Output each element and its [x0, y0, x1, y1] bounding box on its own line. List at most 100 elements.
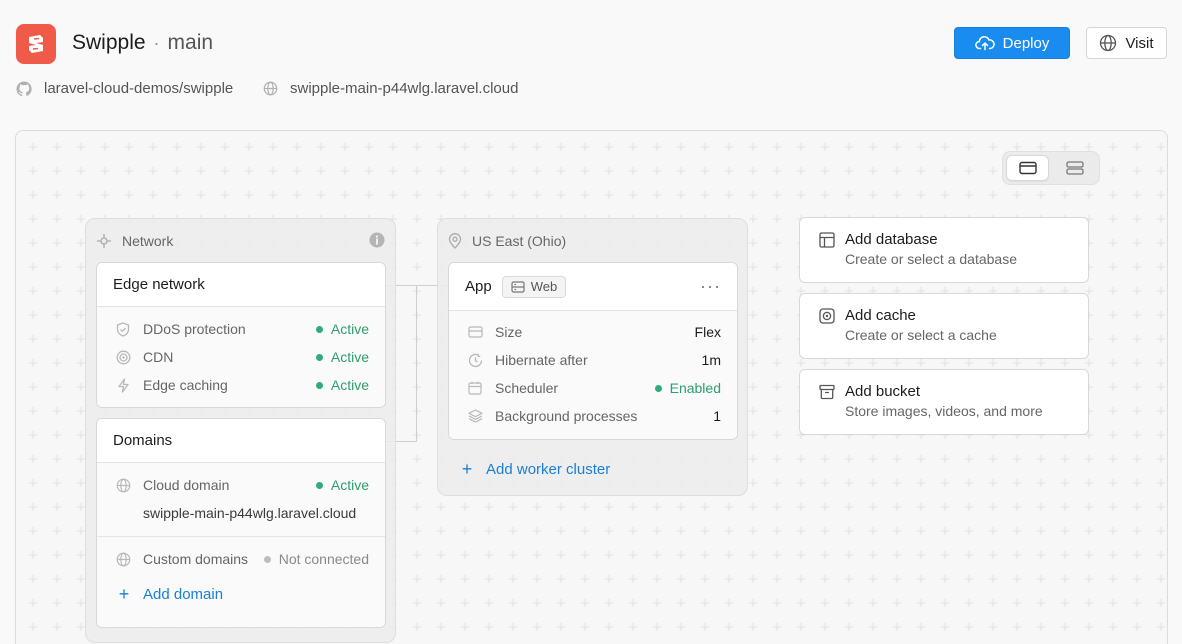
network-icon	[97, 234, 111, 248]
status-badge: Active	[315, 321, 369, 337]
edge-row-ddos: DDoS protection Active	[97, 315, 385, 343]
status-text: Active	[330, 321, 369, 337]
plus-icon: +	[118, 584, 130, 604]
status-dot	[263, 555, 271, 563]
region-group: US East (Ohio) App Web ··· Size Flex Hib…	[437, 218, 748, 496]
custom-domain-section: Custom domains Not connected + Add domai…	[97, 537, 385, 605]
calendar-icon	[467, 380, 483, 396]
repo-name: laravel-cloud-demos/swipple	[44, 80, 234, 97]
deploy-button[interactable]: Deploy	[954, 27, 1070, 59]
cache-icon	[819, 307, 835, 324]
edge-row-label: DDoS protection	[143, 321, 246, 337]
list-view-icon	[1065, 161, 1084, 175]
edge-network-card[interactable]: Edge network DDoS protection Active CDN …	[96, 262, 386, 408]
canvas-view-option[interactable]	[1006, 155, 1050, 181]
edge-row-caching: Edge caching Active	[97, 371, 385, 399]
status-dot	[315, 325, 323, 333]
server-icon	[511, 280, 525, 293]
status-badge: Enabled	[654, 380, 721, 396]
location-pin-icon	[448, 233, 462, 249]
add-bucket-card[interactable]: Add bucket Store images, videos, and mor…	[799, 369, 1089, 435]
status-badge: Active	[315, 349, 369, 365]
status-badge: Active	[315, 477, 369, 493]
app-row-value: Flex	[694, 324, 721, 340]
visit-label: Visit	[1125, 34, 1154, 52]
app-logo	[16, 24, 56, 64]
layers-icon	[467, 408, 483, 424]
status-dot	[315, 481, 323, 489]
region-header: US East (Ohio)	[448, 233, 566, 249]
add-domain-button[interactable]: + Add domain	[97, 584, 385, 605]
repo-link[interactable]: laravel-cloud-demos/swipple	[16, 80, 233, 97]
app-row-scheduler: Scheduler Enabled	[449, 374, 737, 402]
app-card[interactable]: App Web ··· Size Flex Hibernate after 1m…	[448, 262, 738, 440]
cloud-domain-label: Cloud domain	[143, 477, 230, 493]
add-bucket-subtitle: Store images, videos, and more	[845, 403, 1043, 419]
status-dot	[654, 384, 662, 392]
app-row-label: Background processes	[495, 408, 638, 424]
size-icon	[467, 324, 483, 340]
card-view-icon	[1018, 161, 1037, 175]
add-cache-title: Add cache	[845, 307, 916, 324]
status-badge: Not connected	[263, 551, 369, 567]
status-dot	[315, 353, 323, 361]
domains-card[interactable]: Domains Cloud domain Active swipple-main…	[96, 418, 386, 628]
network-header: Network	[96, 233, 173, 249]
status-text: Active	[330, 349, 369, 365]
cloud-domain-row: Cloud domain Active	[97, 471, 385, 499]
cloud-upload-icon	[974, 36, 995, 51]
title-separator: ·	[153, 33, 160, 53]
app-title: App	[465, 278, 492, 295]
add-database-card[interactable]: Add database Create or select a database	[799, 217, 1089, 283]
infrastructure-canvas[interactable]: Network Edge network DDoS protection Act…	[15, 130, 1168, 644]
app-row-label: Size	[495, 324, 523, 340]
view-toggle[interactable]	[1002, 151, 1100, 185]
edge-row-label: CDN	[143, 349, 174, 365]
app-row-hibernate: Hibernate after 1m	[449, 346, 737, 374]
network-label: Network	[122, 233, 174, 249]
deploy-label: Deploy	[1002, 34, 1050, 52]
app-row-background: Background processes 1	[449, 402, 737, 430]
shield-icon	[115, 321, 131, 337]
web-tag: Web	[501, 275, 567, 298]
add-worker-cluster-button[interactable]: + Add worker cluster	[460, 459, 610, 480]
globe-icon	[263, 81, 278, 96]
database-icon	[819, 231, 835, 248]
edge-row-label: Edge caching	[143, 377, 228, 393]
status-text: Not connected	[278, 551, 369, 567]
bolt-icon	[115, 377, 131, 393]
globe-icon	[115, 551, 131, 567]
add-cache-card[interactable]: Add cache Create or select a cache	[799, 293, 1089, 359]
add-bucket-title: Add bucket	[845, 383, 921, 400]
app-name: Swipple	[72, 31, 146, 54]
cdn-icon	[115, 349, 131, 365]
edge-row-cdn: CDN Active	[97, 343, 385, 371]
branch-name: main	[167, 31, 214, 54]
app-row-value: 1	[713, 408, 721, 424]
region-label: US East (Ohio)	[472, 233, 567, 249]
add-database-subtitle: Create or select a database	[845, 251, 1017, 267]
network-group: Network Edge network DDoS protection Act…	[85, 218, 396, 643]
clock-icon	[467, 352, 483, 368]
info-icon[interactable]	[369, 232, 385, 248]
add-domain-label: Add domain	[143, 586, 224, 603]
status-text: Enabled	[669, 380, 721, 396]
edge-network-body: DDoS protection Active CDN Active Edge c…	[97, 307, 385, 407]
add-worker-label: Add worker cluster	[486, 461, 611, 478]
visit-button[interactable]: Visit	[1086, 27, 1167, 59]
status-dot	[315, 381, 323, 389]
add-database-title: Add database	[845, 231, 938, 248]
more-options-button[interactable]: ···	[700, 276, 721, 297]
cloud-domain-section: Cloud domain Active swipple-main-p44wlg.…	[97, 463, 385, 537]
cloud-domain-value[interactable]: swipple-main-p44wlg.laravel.cloud	[97, 499, 385, 527]
app-row-label: Scheduler	[495, 380, 559, 396]
plus-icon: +	[461, 459, 473, 479]
globe-icon	[115, 477, 131, 493]
domain-link[interactable]: swipple-main-p44wlg.laravel.cloud	[263, 80, 518, 97]
domains-title: Domains	[97, 419, 385, 463]
cloud-domain-url: swipple-main-p44wlg.laravel.cloud	[143, 505, 357, 521]
list-view-option[interactable]	[1053, 155, 1096, 181]
status-badge: Active	[315, 377, 369, 393]
edge-network-title: Edge network	[97, 263, 385, 307]
status-text: Active	[330, 477, 369, 493]
